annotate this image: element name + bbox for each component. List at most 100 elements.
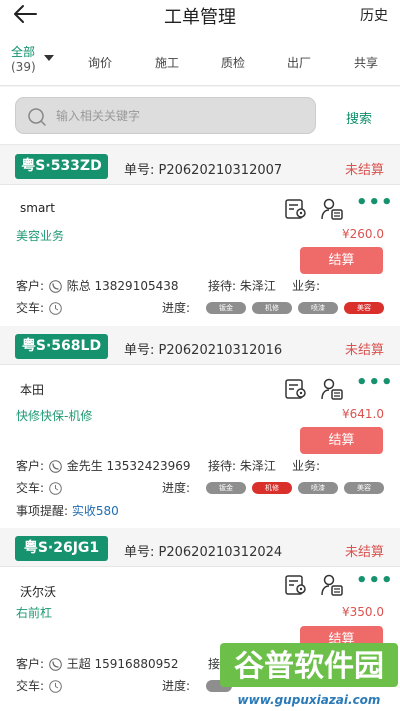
order-card[interactable]: 粤S·568LD 单号: P20620210312016 未结算 本田 ••• … <box>0 326 400 528</box>
pickup-label: 交车: <box>16 481 45 495</box>
progress-label: 进度: <box>162 679 191 693</box>
service-type: 快修快保-机修 <box>16 409 93 423</box>
customer-profile-icon[interactable] <box>320 197 344 221</box>
order-price: ¥641.0 <box>342 407 384 421</box>
customer-row: 客户: 陈总 13829105438 <box>16 277 179 294</box>
business-label: 业务: <box>292 279 321 293</box>
receiver-name: 朱泽江 <box>239 279 276 293</box>
service-type: 右前杠 <box>16 606 53 620</box>
progress-step-sheet-metal: 钣金 <box>206 482 246 494</box>
order-card-header: 粤S·533ZD 单号: P20620210312007 未结算 <box>0 146 400 185</box>
order-card[interactable]: 粤S·26JG1 单号: P20620210312024 未结算 沃尔沃 •••… <box>0 528 400 711</box>
phone-icon[interactable] <box>49 658 62 671</box>
pickup-label: 交车: <box>16 301 45 315</box>
work-order-screen: 工单管理 历史 全部 (39) 询价 施工 质检 出厂 共享 搜索 粤S·533… <box>0 0 400 711</box>
reminder-value: 实收580 <box>71 504 119 518</box>
more-options-icon[interactable]: ••• <box>356 374 394 392</box>
history-button[interactable]: 历史 <box>360 5 388 25</box>
settle-button[interactable]: 结算 <box>300 427 383 454</box>
customer-profile-icon[interactable] <box>320 377 344 401</box>
settlement-status: 未结算 <box>344 545 384 560</box>
plate-badge: 粤S·533ZD <box>15 154 108 179</box>
plate-badge: 粤S·568LD <box>15 334 108 359</box>
customer-profile-icon[interactable] <box>320 573 344 597</box>
pickup-label: 交车: <box>16 679 45 693</box>
receiver-label: 接待: <box>208 279 237 293</box>
clock-icon <box>49 482 62 495</box>
tab-construction[interactable]: 施工 <box>155 54 179 71</box>
customer-row: 客户: 金先生 13532423969 <box>16 457 191 474</box>
search-box[interactable] <box>15 97 316 134</box>
order-number-value: P20620210312016 <box>158 343 283 358</box>
customer-info[interactable]: 王超 15916880952 <box>67 657 179 671</box>
watermark-url: www.gupuxiazai.com <box>238 693 381 707</box>
customer-info[interactable]: 金先生 13532423969 <box>67 459 191 473</box>
pickup-row: 交车: <box>16 479 63 496</box>
order-number-label: 单号: <box>124 163 155 178</box>
tab-all-count: (39) <box>11 60 36 74</box>
order-number-value: P20620210312007 <box>158 163 283 178</box>
customer-row: 客户: 王超 15916880952 <box>16 655 179 672</box>
order-number-label: 单号: <box>124 545 155 560</box>
search-button[interactable]: 搜索 <box>346 108 372 127</box>
search-bar: 搜索 <box>0 87 400 145</box>
order-number: 单号: P20620210312024 <box>124 541 282 560</box>
more-options-icon[interactable]: ••• <box>356 572 394 590</box>
settlement-status: 未结算 <box>344 163 384 178</box>
order-card[interactable]: 粤S·533ZD 单号: P20620210312007 未结算 smart •… <box>0 146 400 326</box>
tab-all[interactable]: 全部 (39) <box>11 45 71 75</box>
settle-button[interactable]: 结算 <box>300 247 383 274</box>
watermark-logo: 谷普软件园 www.gupuxiazai.com <box>220 643 398 707</box>
pickup-row: 交车: <box>16 677 63 694</box>
progress-step-sheet-metal: 钣金 <box>206 302 246 314</box>
order-card-header: 粤S·26JG1 单号: P20620210312024 未结算 <box>0 528 400 567</box>
order-number: 单号: P20620210312016 <box>124 339 282 358</box>
progress-step-beauty: 美容 <box>344 482 384 494</box>
tab-leave-factory[interactable]: 出厂 <box>287 54 311 71</box>
tab-quality-check[interactable]: 质检 <box>221 54 245 71</box>
reminder-row: 事项提醒: 实收580 <box>16 502 119 519</box>
plate-badge: 粤S·26JG1 <box>15 536 108 561</box>
progress-step-mechanical: 机修 <box>252 302 292 314</box>
progress-step-painting: 喷漆 <box>298 482 338 494</box>
vehicle-document-icon[interactable] <box>284 573 308 597</box>
more-options-icon[interactable]: ••• <box>356 194 394 212</box>
service-type: 美容业务 <box>16 229 65 243</box>
business-label: 业务: <box>292 459 321 473</box>
order-number-label: 单号: <box>124 343 155 358</box>
search-input[interactable] <box>56 104 306 128</box>
progress-step-painting: 喷漆 <box>298 302 338 314</box>
car-model: 本田 <box>20 383 45 397</box>
vehicle-document-icon[interactable] <box>284 197 308 221</box>
order-price: ¥350.0 <box>342 605 384 619</box>
clock-icon <box>49 680 62 693</box>
phone-icon[interactable] <box>49 460 62 473</box>
car-model: smart <box>20 201 55 215</box>
tab-all-label: 全部 <box>11 45 36 59</box>
customer-label: 客户: <box>16 459 45 473</box>
receiver-row: 接待: 朱泽江 <box>208 457 276 474</box>
receiver-label: 接待: <box>208 459 237 473</box>
settlement-status: 未结算 <box>344 343 384 358</box>
phone-icon[interactable] <box>49 280 62 293</box>
watermark-title: 谷普软件园 <box>234 649 384 684</box>
receiver-name: 朱泽江 <box>239 459 276 473</box>
status-tabs: 全部 (39) 询价 施工 质检 出厂 共享 <box>0 30 400 86</box>
progress-step-beauty: 美容 <box>344 302 384 314</box>
reminder-label: 事项提醒: <box>16 504 69 518</box>
search-icon <box>28 108 46 126</box>
tab-shared[interactable]: 共享 <box>354 54 378 71</box>
business-row: 业务: <box>292 277 320 294</box>
customer-info[interactable]: 陈总 13829105438 <box>67 279 179 293</box>
vehicle-document-icon[interactable] <box>284 377 308 401</box>
order-card-header: 粤S·568LD 单号: P20620210312016 未结算 <box>0 326 400 365</box>
car-model: 沃尔沃 <box>20 585 57 599</box>
tab-inquiry[interactable]: 询价 <box>88 54 112 71</box>
pickup-row: 交车: <box>16 299 63 316</box>
customer-label: 客户: <box>16 279 45 293</box>
top-bar: 工单管理 历史 <box>0 0 400 30</box>
chevron-down-icon[interactable] <box>44 55 54 61</box>
page-title: 工单管理 <box>164 7 236 28</box>
clock-icon <box>49 302 62 315</box>
order-price: ¥260.0 <box>342 227 384 241</box>
